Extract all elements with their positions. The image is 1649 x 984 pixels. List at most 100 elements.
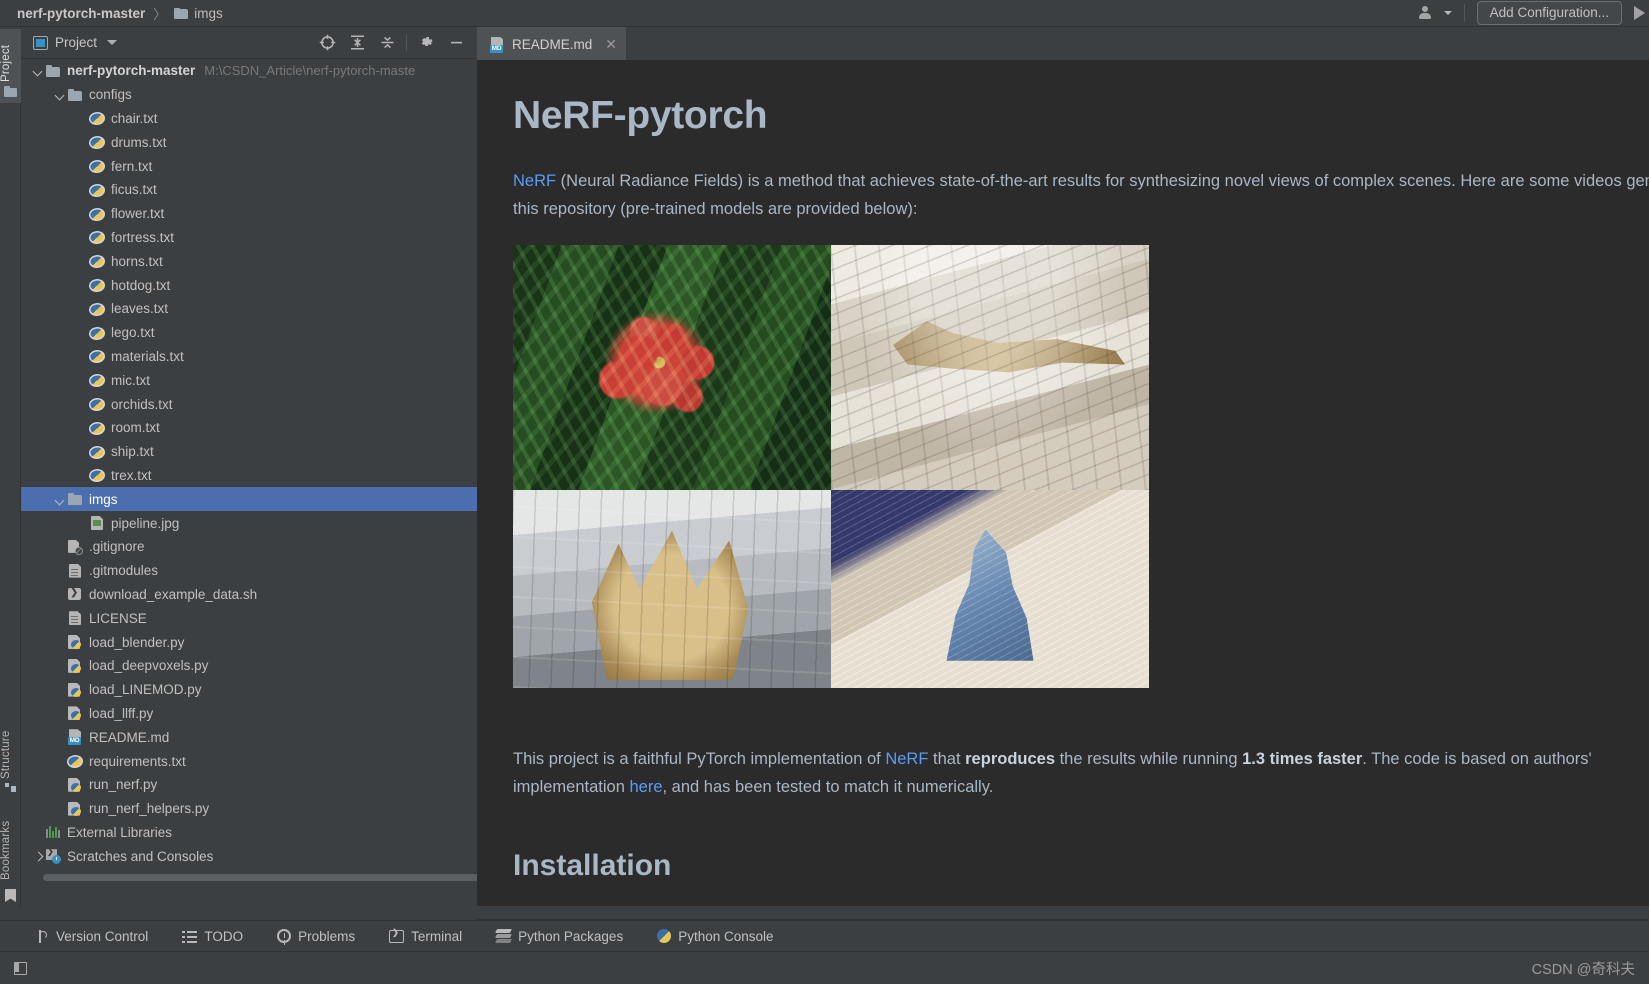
tree-row[interactable]: .gitmodules xyxy=(21,559,477,583)
breadcrumb-item-imgs[interactable]: imgs xyxy=(194,6,223,21)
tree-row[interactable]: load_LINEMOD.py xyxy=(21,678,477,702)
tree-row[interactable]: fortress.txt xyxy=(21,226,477,250)
chevron-placeholder xyxy=(54,588,67,601)
tree-row[interactable]: lego.txt xyxy=(21,321,477,345)
bottom-bar-item-label: Terminal xyxy=(411,928,463,944)
run-play-icon[interactable] xyxy=(1634,6,1645,20)
tree-row[interactable]: leaves.txt xyxy=(21,297,477,321)
chevron-placeholder xyxy=(54,636,67,649)
tree-row[interactable]: pipeline.jpg xyxy=(21,511,477,535)
tree-row[interactable]: External Libraries xyxy=(21,821,477,845)
bottom-bar-item-terminal[interactable]: Terminal xyxy=(389,928,463,944)
bottom-bar-item-todo[interactable]: TODO xyxy=(182,929,243,944)
installation-heading: Installation xyxy=(513,849,672,882)
editor-tab-bar: MD README.md ✕ xyxy=(477,27,1649,60)
tree-row[interactable]: fern.txt xyxy=(21,154,477,178)
minimize-icon[interactable] xyxy=(441,29,471,57)
tab-readme-md[interactable]: MD README.md ✕ xyxy=(477,27,626,60)
locate-target-icon[interactable] xyxy=(312,29,342,57)
bottom-bar-item-problems[interactable]: Problems xyxy=(277,929,355,944)
python-package-icon xyxy=(88,350,106,364)
close-icon[interactable]: ✕ xyxy=(605,36,617,53)
chevron-right-icon[interactable] xyxy=(32,850,45,863)
sidebar-tab-structure[interactable]: Structure xyxy=(0,717,21,793)
intro-paragraph-line2: this repository (pre-trained models are … xyxy=(513,200,918,218)
tree-row[interactable]: mic.txt xyxy=(21,368,477,392)
chevron-down-icon[interactable] xyxy=(32,64,45,77)
bottom-bar-item-version-control[interactable]: Version Control xyxy=(34,929,148,944)
chevron-placeholder xyxy=(76,255,89,268)
tree-row[interactable]: load_deepvoxels.py xyxy=(21,654,477,678)
desc-bold-speed: 1.3 times faster xyxy=(1242,750,1363,768)
bottom-bar-item-python-console[interactable]: Python Console xyxy=(657,929,774,944)
breadcrumb-item-project[interactable]: nerf-pytorch-master xyxy=(17,6,145,21)
tree-row[interactable]: MD README.md xyxy=(21,725,477,749)
chevron-down-icon[interactable] xyxy=(107,40,118,45)
tree-row[interactable]: .gitignore xyxy=(21,535,477,559)
tree-row[interactable]: hotdog.txt xyxy=(21,273,477,297)
intro-paragraph-line1: NeRF (Neural Radiance Fields) is a metho… xyxy=(513,166,1649,197)
text-file-icon xyxy=(67,563,83,579)
intro-text: (Neural Radiance Fields) is a method tha… xyxy=(556,172,1649,190)
tree-row-label: configs xyxy=(89,87,132,103)
tree-row[interactable]: flower.txt xyxy=(21,202,477,226)
user-account-icon xyxy=(1416,3,1442,23)
add-configuration-button[interactable]: Add Configuration... xyxy=(1476,0,1622,26)
chevron-placeholder xyxy=(54,564,67,577)
tree-row[interactable]: chair.txt xyxy=(21,107,477,131)
expand-all-icon[interactable] xyxy=(342,29,372,57)
tree-row[interactable]: Scratches and Consoles xyxy=(21,844,477,868)
tree-row[interactable]: nerf-pytorch-master M:\CSDN_Article\nerf-… xyxy=(21,59,477,83)
tree-row-path: M:\CSDN_Article\nerf-pytorch-maste xyxy=(204,63,416,79)
tree-row[interactable]: orchids.txt xyxy=(21,392,477,416)
tree-row[interactable]: download_example_data.sh xyxy=(21,583,477,607)
tree-row-label: hotdog.txt xyxy=(111,277,171,293)
folder-icon xyxy=(67,87,83,103)
nerf-link[interactable]: NeRF xyxy=(513,172,556,190)
tree-row[interactable]: drums.txt xyxy=(21,130,477,154)
tree-row[interactable]: ship.txt xyxy=(21,440,477,464)
tree-row[interactable]: run_nerf_helpers.py xyxy=(21,797,477,821)
tree-row[interactable]: LICENSE xyxy=(21,606,477,630)
bottom-bar-item-python-packages[interactable]: Python Packages xyxy=(495,928,623,944)
sidebar-tab-bookmarks[interactable]: Bookmarks xyxy=(0,807,21,893)
layout-toggle-icon[interactable] xyxy=(14,961,27,975)
python-package-icon xyxy=(88,421,106,435)
horns-preview-image xyxy=(513,490,831,688)
tree-row[interactable]: load_blender.py xyxy=(21,630,477,654)
tree-row-label: load_llff.py xyxy=(89,705,154,721)
tree-row[interactable]: materials.txt xyxy=(21,345,477,369)
tree-row[interactable]: room.txt xyxy=(21,416,477,440)
bookmark-icon xyxy=(5,889,16,902)
python-file-icon xyxy=(67,801,83,817)
chevron-down-icon[interactable] xyxy=(54,493,67,506)
chevron-placeholder xyxy=(54,802,67,815)
tree-row[interactable]: configs xyxy=(21,83,477,107)
here-link[interactable]: here xyxy=(629,778,662,796)
settings-gear-icon[interactable] xyxy=(411,29,441,57)
user-account-button[interactable] xyxy=(1416,3,1452,23)
breadcrumb: nerf-pytorch-master 〉 imgs xyxy=(0,4,223,23)
python-package-icon xyxy=(88,207,106,221)
tree-horizontal-scrollbar[interactable] xyxy=(43,874,483,881)
main-navbar: nerf-pytorch-master 〉 imgs Add Configura… xyxy=(0,0,1649,27)
tree-row[interactable]: load_llff.py xyxy=(21,702,477,726)
tree-row[interactable]: imgs xyxy=(21,487,477,512)
tree-row[interactable]: requirements.txt xyxy=(21,749,477,773)
tree-row[interactable]: horns.txt xyxy=(21,249,477,273)
structure-icon xyxy=(5,783,16,793)
tree-row[interactable]: ficus.txt xyxy=(21,178,477,202)
tree-row-label: LICENSE xyxy=(89,610,147,626)
collapse-all-icon[interactable] xyxy=(372,29,402,57)
tree-row[interactable]: run_nerf.py xyxy=(21,773,477,797)
external-libraries-icon xyxy=(45,824,61,840)
project-file-tree[interactable]: nerf-pytorch-master M:\CSDN_Article\nerf-… xyxy=(21,59,477,886)
nerf-link-2[interactable]: NeRF xyxy=(885,750,928,768)
chevron-down-icon[interactable] xyxy=(54,88,67,101)
bottom-bar-item-label: Problems xyxy=(298,928,356,944)
desc-seg3: the results while running xyxy=(1055,750,1243,768)
tree-row-label: load_deepvoxels.py xyxy=(89,658,209,674)
chevron-placeholder xyxy=(76,398,89,411)
python-package-icon xyxy=(88,183,106,197)
tree-row[interactable]: trex.txt xyxy=(21,464,477,488)
